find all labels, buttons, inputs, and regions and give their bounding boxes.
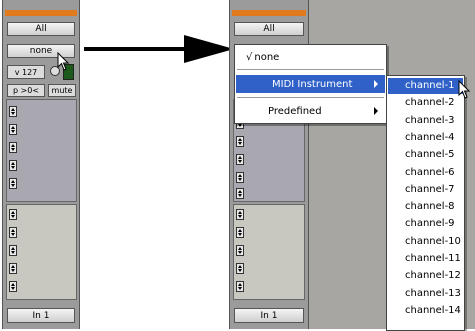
insert-slot-selector[interactable] [236,154,244,165]
submenu-item-channel[interactable]: channel-4 [388,130,463,146]
right-send-slots [233,204,305,300]
instrument-popup-menu: √ none MIDI Instrument Predefined [234,44,387,124]
insert-slot-selector[interactable] [9,142,17,153]
send-slot-selector[interactable] [236,209,244,220]
submenu-item-channel[interactable]: channel-7 [388,182,463,198]
submenu-item-channel[interactable]: channel-10 [388,234,463,250]
menu-separator [237,97,384,98]
send-slot-selector[interactable] [236,281,244,292]
left-channel-strip: All none v 127 p >0< mute In 1 [2,0,80,329]
insert-slot-selector[interactable] [9,124,17,135]
right-strip-header-bar [232,10,306,16]
menu-separator [237,69,384,70]
submenu-arrow-icon [374,80,378,88]
insert-slot-selector[interactable] [236,172,244,183]
insert-slot-selector[interactable] [9,106,17,117]
velocity-field[interactable]: v 127 [7,65,45,79]
mouse-pointer-icon [458,80,471,99]
transition-arrow-icon [84,35,234,63]
channel-submenu: channel-1 channel-2 channel-3 channel-4 chan… [386,75,465,331]
submenu-arrow-icon [374,107,378,115]
send-slot-selector[interactable] [9,263,17,274]
send-slot-selector[interactable] [236,245,244,256]
insert-slot-selector[interactable] [236,188,244,199]
menu-item-predefined-label: Predefined [268,105,322,117]
submenu-item-channel[interactable]: channel-6 [388,165,463,181]
submenu-item-channel[interactable]: channel-12 [388,268,463,284]
right-group-button[interactable]: All [234,22,304,36]
submenu-item-channel[interactable]: channel-8 [388,199,463,215]
send-slot-selector[interactable] [9,227,17,238]
menu-item-none[interactable]: √ none [236,48,385,66]
mouse-pointer-icon [57,52,70,71]
left-track-input-button[interactable]: In 1 [7,308,75,323]
send-slots-bottom [6,204,77,300]
left-strip-header-bar [5,10,77,16]
insert-slots-top [6,99,77,202]
menu-item-midi-instrument[interactable]: MIDI Instrument [236,75,385,93]
menu-item-predefined[interactable]: Predefined [236,102,385,120]
send-slot-selector[interactable] [9,245,17,256]
submenu-item-channel[interactable]: channel-5 [388,147,463,163]
send-slot-selector[interactable] [9,209,17,220]
submenu-item-channel[interactable]: channel-1 [388,78,463,94]
insert-slot-selector[interactable] [9,160,17,171]
submenu-item-channel[interactable]: channel-13 [388,286,463,302]
insert-slot-selector[interactable] [9,178,17,189]
menu-item-midi-instrument-label: MIDI Instrument [272,78,353,90]
checkmark-icon: √ [246,51,253,63]
submenu-item-channel[interactable]: channel-11 [388,251,463,267]
insert-slot-selector[interactable] [236,136,244,147]
send-slot-selector[interactable] [9,281,17,292]
send-slot-selector[interactable] [236,263,244,274]
submenu-item-channel[interactable]: channel-14 [388,303,463,319]
submenu-item-channel[interactable]: channel-2 [388,95,463,111]
menu-item-none-label: none [254,51,280,63]
submenu-item-channel[interactable]: channel-9 [388,216,463,232]
send-slot-selector[interactable] [236,227,244,238]
left-group-button[interactable]: All [7,22,75,36]
pan-field[interactable]: p >0< [7,84,45,97]
mute-button[interactable]: mute [48,84,76,97]
right-track-input-button[interactable]: In 1 [234,308,304,323]
submenu-item-channel[interactable]: channel-3 [388,113,463,129]
